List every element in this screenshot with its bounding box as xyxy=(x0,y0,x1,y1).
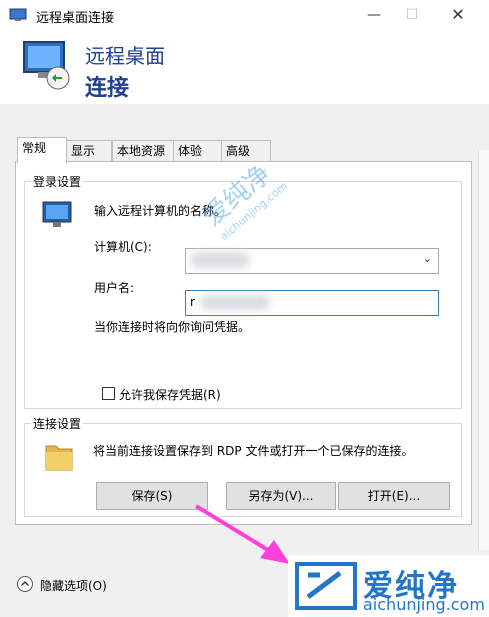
maximize-button[interactable]: ☐ xyxy=(389,0,435,30)
hide-options-link[interactable]: 隐藏选项(O) xyxy=(40,577,107,594)
folder-icon xyxy=(44,440,74,475)
collapse-options-icon[interactable] xyxy=(17,576,33,592)
computer-connect-icon xyxy=(20,38,74,95)
username-field[interactable]: r xyxy=(185,290,439,316)
watermark-logo-box: 爱纯净 aichunjing.com xyxy=(288,555,489,617)
connection-settings-title: 连接设置 xyxy=(31,415,84,432)
watermark-logo-icon xyxy=(294,561,358,614)
remember-credentials-label[interactable]: 允许我保存凭据(R) xyxy=(119,386,221,403)
open-button[interactable]: 打开(E)... xyxy=(338,482,450,510)
close-button[interactable]: ✕ xyxy=(435,0,481,30)
user-label: 用户名: xyxy=(94,281,135,295)
background-window-edge xyxy=(478,150,489,550)
computer-label: 计算机(C): xyxy=(94,240,152,254)
remote-desktop-icon xyxy=(9,8,27,25)
username-value: r xyxy=(190,295,195,309)
window-title: 远程桌面连接 xyxy=(36,11,115,26)
remember-credentials-checkbox[interactable] xyxy=(102,387,115,400)
watermark-brand-url: aichunjing.com xyxy=(363,595,485,614)
login-settings-title: 登录设置 xyxy=(31,173,84,190)
chevron-down-icon[interactable]: ⌄ xyxy=(423,252,432,265)
redacted-computer-name xyxy=(190,252,250,268)
connection-description: 将当前连接设置保存到 RDP 文件或打开一个已保存的连接。 xyxy=(93,444,414,458)
banner-title-line1: 远程桌面 xyxy=(85,44,165,68)
tab-general[interactable]: 常规 xyxy=(17,137,67,163)
computer-icon xyxy=(41,200,75,233)
tab-experience[interactable]: 体验 xyxy=(173,140,223,162)
credential-hint: 当你连接时将向你询问凭据。 xyxy=(94,320,251,334)
tab-local-resources[interactable]: 本地资源 xyxy=(112,140,176,162)
title-bar: 远程桌面连接 — ☐ ✕ xyxy=(0,0,489,30)
banner-title-line2: 连接 xyxy=(85,76,130,101)
header-banner: 远程桌面 连接 xyxy=(0,30,489,104)
annotation-arrow xyxy=(194,504,290,564)
tab-display[interactable]: 显示 xyxy=(66,140,112,162)
computer-combobox[interactable]: ⌄ xyxy=(185,248,439,274)
redacted-username xyxy=(200,295,270,310)
